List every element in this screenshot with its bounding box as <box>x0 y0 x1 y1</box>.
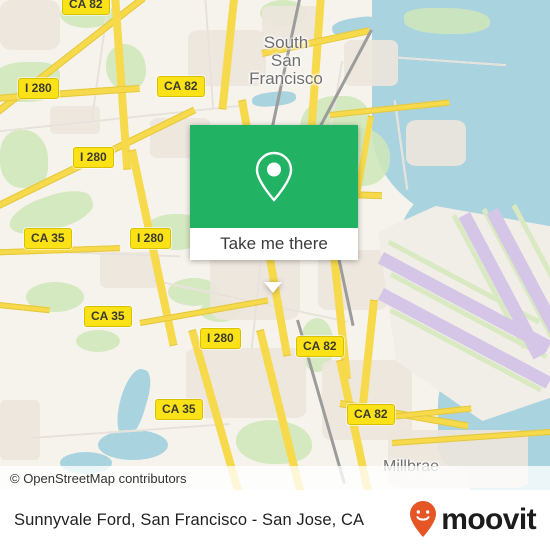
road-shield-i280-lower[interactable]: I 280 <box>200 328 241 349</box>
road-shield-ca82-top[interactable]: CA 82 <box>62 0 110 15</box>
water-bay-north <box>488 0 550 40</box>
page-footer: Sunnyvale Ford, San Francisco - San Jose… <box>0 490 550 550</box>
urban-block <box>406 120 466 166</box>
park-area <box>76 330 120 352</box>
screenshot-root: South San Francisco Millbrae CA 82 I 280… <box>0 0 550 550</box>
map-canvas[interactable]: South San Francisco Millbrae CA 82 I 280… <box>0 0 550 490</box>
road-shield-ca35-mid[interactable]: CA 35 <box>84 306 132 327</box>
map-attribution-bar: © OpenStreetMap contributors <box>0 466 550 490</box>
road-shield-ca35-left[interactable]: CA 35 <box>24 228 72 249</box>
park-area <box>0 130 48 188</box>
map-pin-icon <box>255 151 293 202</box>
urban-block <box>0 0 60 50</box>
road-shield-i280-topleft[interactable]: I 280 <box>18 78 59 99</box>
water-reservoir-lower <box>98 430 168 460</box>
park-area <box>236 420 312 464</box>
moovit-wordmark: moovit <box>441 503 536 536</box>
osm-attribution-text[interactable]: © OpenStreetMap contributors <box>0 471 187 486</box>
popup-pointer-tail <box>264 282 282 293</box>
road-shield-ca82-topmid[interactable]: CA 82 <box>157 76 205 97</box>
road-shield-i280-mid[interactable]: I 280 <box>130 228 171 249</box>
park-area <box>404 8 490 34</box>
road-shield-i280-left[interactable]: I 280 <box>73 147 114 168</box>
road-shield-ca82-lower[interactable]: CA 82 <box>296 336 344 357</box>
take-me-there-button[interactable]: Take me there <box>190 228 358 260</box>
moovit-pin-icon <box>410 501 437 537</box>
road-shield-ca35-bottom[interactable]: CA 35 <box>155 399 203 420</box>
location-title: Sunnyvale Ford, San Francisco - San Jose… <box>14 510 365 529</box>
road-shield-ca82-bottom[interactable]: CA 82 <box>347 404 395 425</box>
popup-header <box>190 125 358 228</box>
moovit-logo[interactable]: moovit <box>408 500 537 540</box>
urban-block <box>0 400 40 460</box>
location-popup-card[interactable]: Take me there <box>190 125 358 293</box>
take-me-there-label: Take me there <box>220 234 328 253</box>
